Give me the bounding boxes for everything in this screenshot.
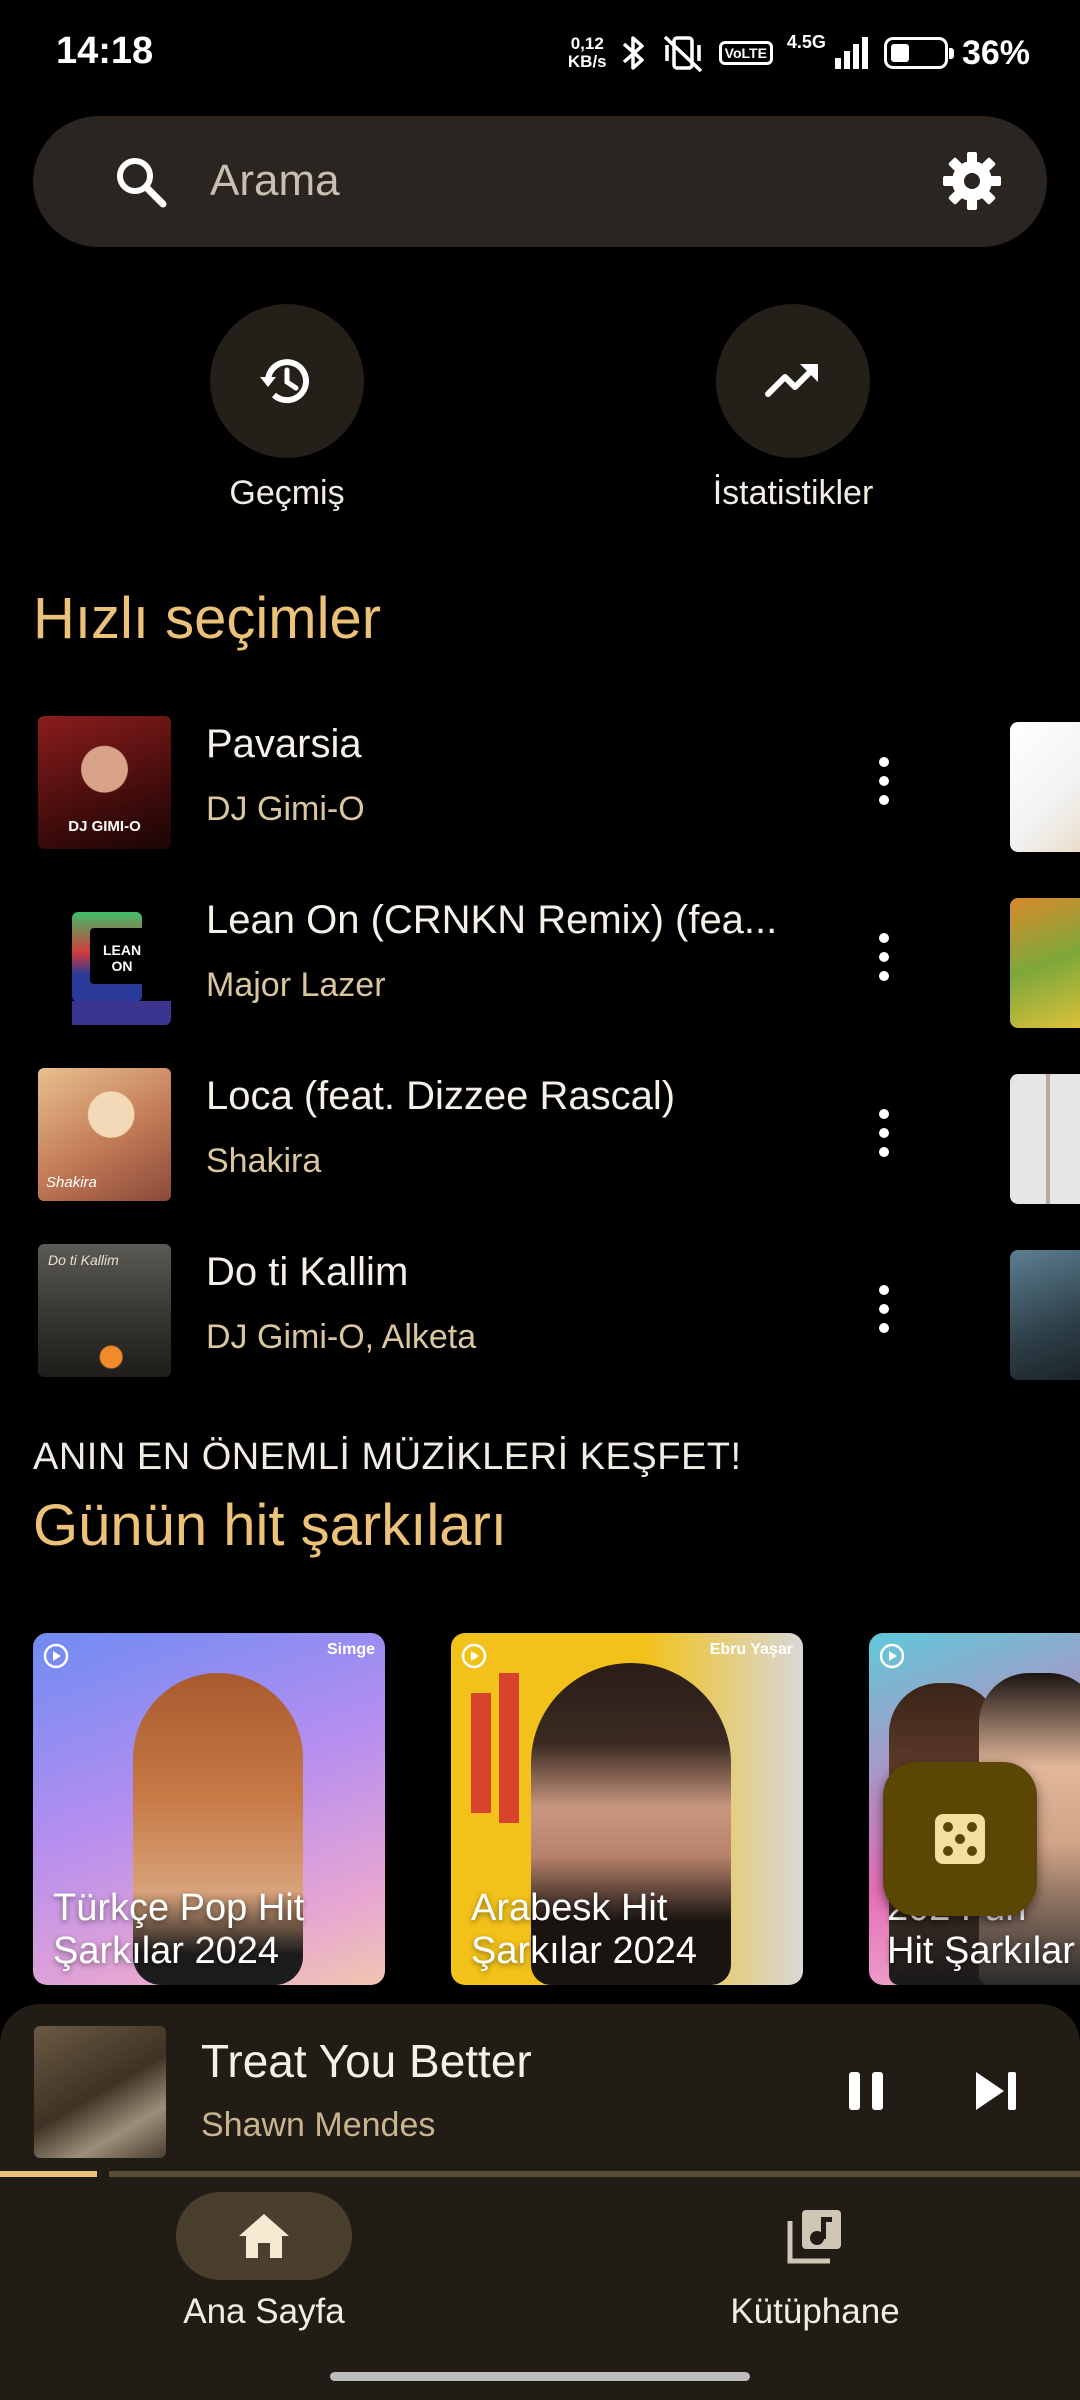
song-title: Do ti Kallim [206, 1250, 409, 1294]
card-title: Türkçe Pop Hit Şarkılar 2024 [53, 1887, 305, 1972]
skip-next-icon[interactable] [970, 2064, 1026, 2118]
history-circle[interactable] [210, 304, 364, 458]
history-label: Geçmiş [229, 474, 345, 512]
gear-icon[interactable] [939, 148, 1005, 214]
volte-icon: Vo LTE [718, 41, 773, 65]
song-artist: DJ Gimi-O, Alketa [206, 1318, 477, 1356]
network-speed: 0,12 KB/s [568, 35, 607, 71]
vibrate-off-icon [661, 33, 705, 73]
song-title: Pavarsia [206, 722, 362, 766]
more-options-icon[interactable] [862, 1274, 906, 1344]
trending-up-icon [765, 364, 818, 397]
search-input[interactable]: Arama [210, 156, 340, 206]
quick-pick-row[interactable]: Shakira Loca (feat. Dizzee Rascal) Shaki… [0, 1068, 1080, 1244]
album-art: Do ti Kallim [38, 1244, 171, 1377]
search-bar[interactable]: Arama [33, 116, 1047, 247]
album-art [1010, 1074, 1080, 1204]
hits-title: Günün hit şarkıları [33, 1493, 507, 1558]
now-playing-art [34, 2026, 166, 2158]
battery-icon [883, 37, 954, 69]
bluetooth-icon [621, 33, 647, 73]
now-playing-title: Treat You Better [201, 2035, 532, 2087]
card-artist: Ebru Yaşar [709, 1641, 793, 1658]
more-options-icon[interactable] [862, 1098, 906, 1168]
now-playing-artist: Shawn Mendes [201, 2106, 436, 2144]
history-icon [260, 359, 309, 404]
album-art: Shakira [38, 1068, 171, 1201]
card-title: Arabesk Hit Şarkılar 2024 [471, 1887, 698, 1972]
status-icons: 0,12 KB/s Vo LTE 4.5G 36% [568, 28, 1030, 78]
network-speed-unit: KB/s [567, 52, 607, 71]
status-bar: 14:18 0,12 KB/s Vo LTE 4.5G 36% [0, 0, 1080, 106]
dice-icon [935, 1814, 985, 1864]
quick-pick-row[interactable]: DJ GIMI-O Pavarsia DJ Gimi-O [0, 716, 1080, 892]
album-art [1010, 898, 1080, 1028]
network-type: 4.5G [786, 32, 826, 52]
statistics-button[interactable]: İstatistikler [643, 304, 943, 513]
statistics-circle[interactable] [716, 304, 870, 458]
status-time: 14:18 [56, 30, 154, 72]
song-artist: Major Lazer [206, 966, 386, 1004]
app-screen: 14:18 0,12 KB/s Vo LTE 4.5G 36% Arama Ge… [0, 0, 1080, 2400]
nav-library-pill[interactable] [727, 2192, 903, 2280]
play-badge-icon [879, 1643, 905, 1669]
quick-picks-title: Hızlı seçimler [33, 586, 382, 651]
hits-kicker: ANIN EN ÖNEMLİ MÜZİKLERİ KEŞFET! [33, 1436, 742, 1478]
battery-fill [890, 44, 909, 62]
nav-home-label: Ana Sayfa [183, 2292, 345, 2331]
song-title: Lean On (CRNKN Remix) (fea... [206, 898, 778, 942]
quick-pick-row[interactable]: LEAN ON Lean On (CRNKN Remix) (fea... Maj… [0, 892, 1080, 1068]
album-art: DJ GIMI-O [38, 716, 171, 849]
song-artist: Shakira [206, 1142, 322, 1180]
more-options-icon[interactable] [862, 746, 906, 816]
pause-icon[interactable] [839, 2064, 893, 2118]
signal-icon [834, 36, 870, 70]
shuffle-dice-button[interactable] [883, 1762, 1037, 1916]
bottom-navigation: Ana Sayfa Kütüphane [0, 2177, 1080, 2400]
network-speed-value: 0,12 [570, 34, 604, 53]
album-art [1010, 722, 1080, 852]
library-music-icon [787, 2210, 841, 2264]
more-options-icon[interactable] [862, 922, 906, 992]
album-art: LEAN ON [38, 892, 171, 1025]
song-artist: DJ Gimi-O [206, 790, 365, 828]
statistics-label: İstatistikler [712, 474, 874, 512]
song-title: Loca (feat. Dizzee Rascal) [206, 1074, 676, 1118]
gesture-bar[interactable] [330, 2372, 750, 2381]
nav-item-home[interactable]: Ana Sayfa [114, 2192, 414, 2332]
nav-library-label: Kütüphane [730, 2292, 900, 2331]
play-badge-icon [461, 1643, 487, 1669]
home-icon [239, 2214, 289, 2258]
search-icon [117, 158, 167, 208]
album-art [1010, 1250, 1080, 1380]
history-button[interactable]: Geçmiş [137, 304, 437, 513]
playlist-card[interactable]: Ebru Yaşar Arabesk Hit Şarkılar 2024 [451, 1633, 803, 1985]
battery-percent: 36% [961, 33, 1030, 72]
mini-player[interactable]: Treat You Better Shawn Mendes [0, 2004, 1080, 2176]
card-artist: Simge [326, 1641, 375, 1658]
nav-item-library[interactable]: Kütüphane [665, 2192, 965, 2332]
play-badge-icon [43, 1643, 69, 1669]
quick-pick-row[interactable]: Do ti Kallim Do ti Kallim DJ Gimi-O, Alk… [0, 1244, 1080, 1420]
nav-home-pill[interactable] [176, 2192, 352, 2280]
playlist-card[interactable]: Simge Türkçe Pop Hit Şarkılar 2024 [33, 1633, 385, 1985]
